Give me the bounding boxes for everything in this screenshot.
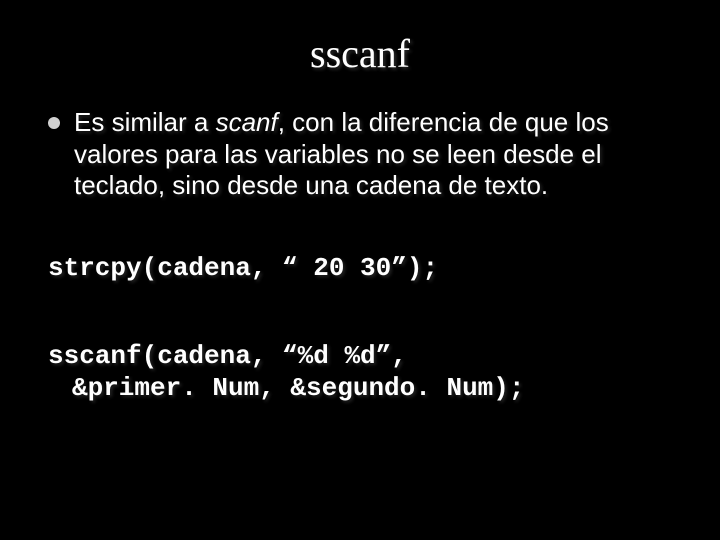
bullet-pre: Es similar a [74,107,216,137]
bullet-italic: scanf [216,107,278,137]
code-line-2a: sscanf(cadena, “%d %d”, [48,340,670,373]
bullet-text: Es similar a scanf, con la diferencia de… [74,107,670,202]
code-line-2b: &primer. Num, &segundo. Num); [72,372,670,405]
code-gap [30,285,690,340]
bullet-row: Es similar a scanf, con la diferencia de… [48,107,670,202]
slide: sscanf Es similar a scanf, con la difere… [0,0,720,540]
bullet-icon [48,117,60,129]
slide-title: sscanf [30,30,690,77]
code-line-1: strcpy(cadena, “ 20 30”); [48,252,670,285]
